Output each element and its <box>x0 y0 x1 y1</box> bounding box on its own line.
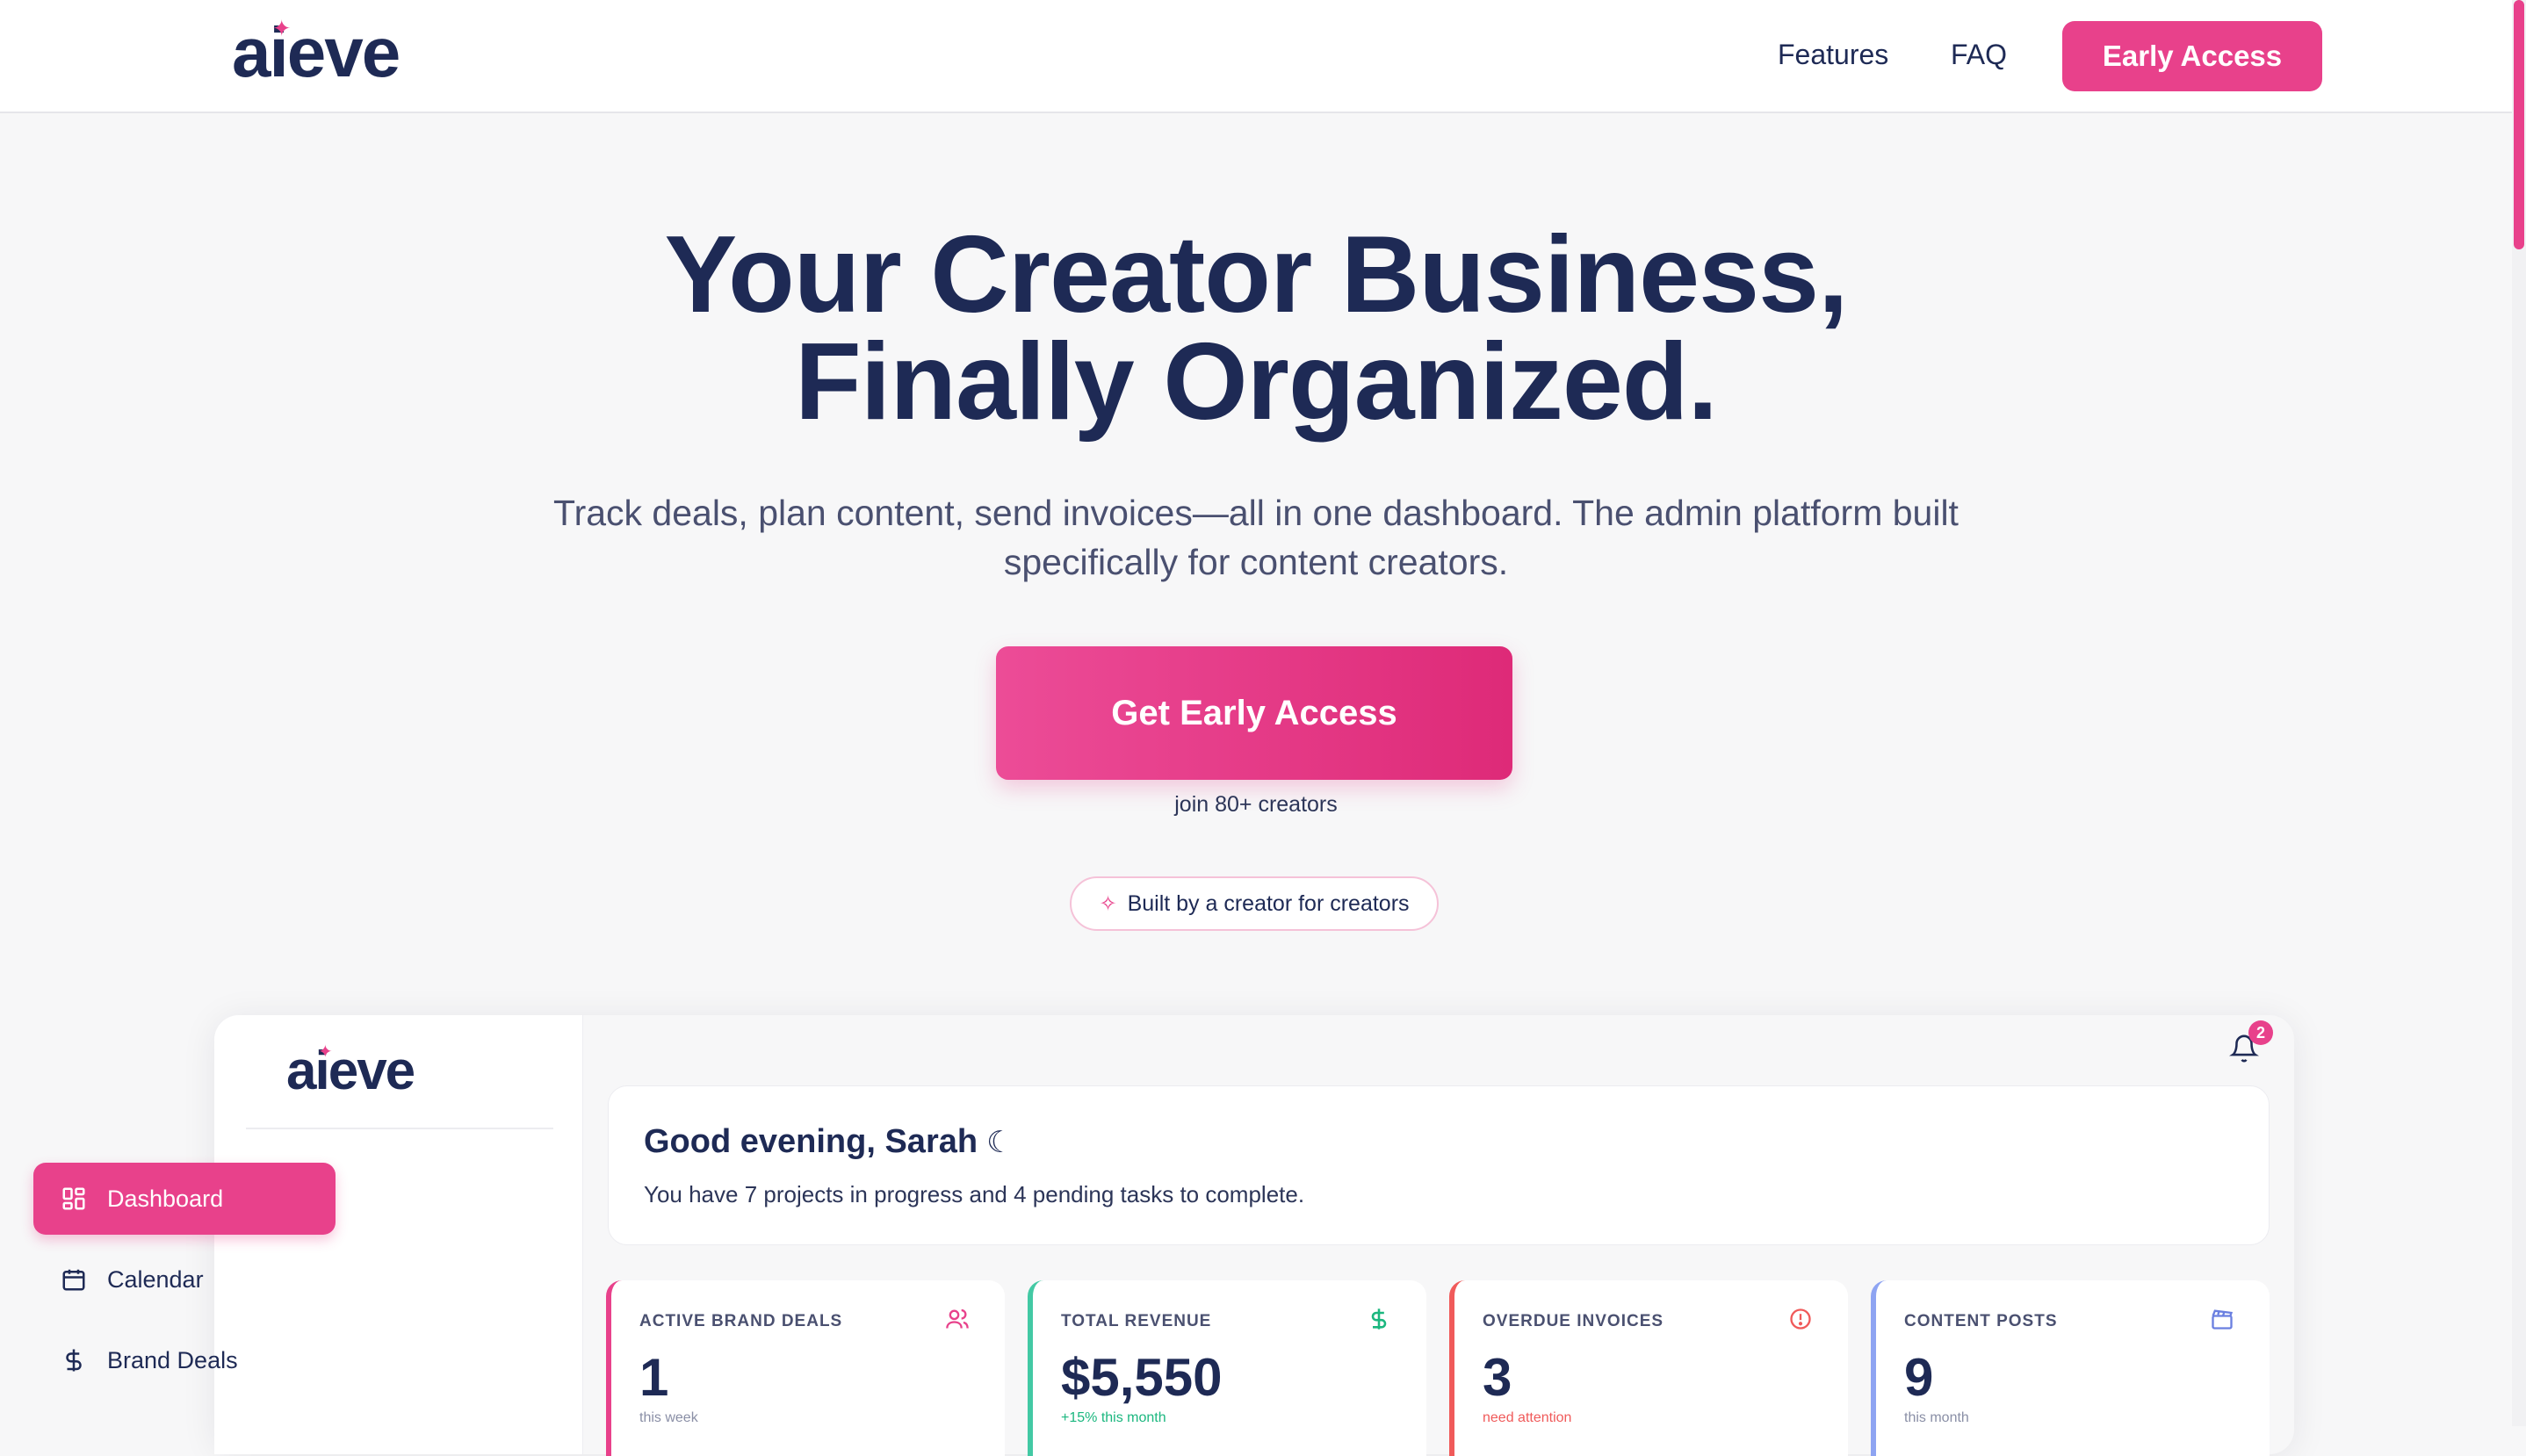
greeting-card: Good evening, Sarah ☾ You have 7 projects… <box>608 1085 2270 1245</box>
sparkle-icon: ✦ <box>318 1042 333 1062</box>
sidebar-item-dashboard[interactable]: Dashboard <box>33 1163 336 1235</box>
stat-value: 9 <box>1904 1348 1934 1407</box>
top-navbar: ✦ aieve Features FAQ Early Access <box>0 0 2512 113</box>
stat-note: this week <box>639 1410 698 1425</box>
clapperboard-icon <box>2210 1307 2234 1337</box>
dashboard-logo: ✦ aieve <box>286 1040 415 1102</box>
sparkle-icon: ✦ <box>272 17 292 41</box>
logo-text: aieve <box>232 13 401 91</box>
early-access-button[interactable]: Early Access <box>2062 21 2322 91</box>
stat-label: TOTAL REVENUE <box>1061 1312 1212 1330</box>
stat-note: +15% this month <box>1061 1410 1166 1425</box>
sidebar-item-calendar[interactable]: Calendar <box>33 1243 336 1315</box>
sidebar-item-label: Brand Deals <box>107 1346 238 1373</box>
stat-card-content-posts[interactable]: CONTENT POSTS 9 this month <box>1871 1280 2270 1456</box>
stat-card-overdue-invoices[interactable]: OVERDUE INVOICES 3 need attention <box>1449 1280 1848 1456</box>
stat-note: need attention <box>1483 1410 1572 1425</box>
stat-label: ACTIVE BRAND DEALS <box>639 1312 843 1330</box>
stat-value: 3 <box>1483 1348 1512 1407</box>
stat-value: $5,550 <box>1061 1348 1223 1407</box>
dollar-icon <box>1367 1307 1391 1337</box>
greeting-subtitle: You have 7 projects in progress and 4 pe… <box>644 1181 1305 1207</box>
sidebar-item-brand-deals[interactable]: Brand Deals <box>33 1324 336 1396</box>
brand-logo[interactable]: ✦ aieve <box>232 12 401 93</box>
join-count-text: join 80+ creators <box>1174 792 1338 817</box>
badge-text: Built by a creator for creators <box>1127 890 1410 916</box>
creator-badge: ✧ Built by a creator for creators <box>1070 876 1439 931</box>
sidebar-item-label: Dashboard <box>107 1185 224 1212</box>
nav-link-features[interactable]: Features <box>1778 39 1888 71</box>
stat-note: this month <box>1904 1410 1969 1425</box>
dollar-icon <box>60 1346 88 1374</box>
sidebar-divider <box>246 1128 553 1129</box>
stat-value: 1 <box>639 1348 669 1407</box>
hero-subtitle: Track deals, plan content, send invoices… <box>553 493 1959 582</box>
sparkles-icon: ✧ <box>1099 891 1117 916</box>
calendar-icon <box>60 1265 88 1294</box>
stat-label: OVERDUE INVOICES <box>1483 1312 1664 1330</box>
scrollbar-thumb[interactable] <box>2514 0 2524 249</box>
get-early-access-button[interactable]: Get Early Access <box>996 646 1512 780</box>
notification-count-badge: 2 <box>2248 1020 2273 1045</box>
stat-card-total-revenue[interactable]: TOTAL REVENUE $5,550 +15% this month <box>1028 1280 1426 1456</box>
dashboard-logo-text: aieve <box>286 1041 415 1101</box>
greeting-title: Good evening, Sarah ☾ <box>644 1123 1014 1161</box>
hero-title-line-2: Finally Organized. <box>795 321 1718 443</box>
alert-icon <box>1788 1307 1813 1337</box>
hero-title: Your Creator Business, Finally Organized… <box>0 214 2512 443</box>
nav-link-faq[interactable]: FAQ <box>1951 39 2007 71</box>
grid-icon <box>60 1185 88 1213</box>
users-icon <box>945 1307 970 1337</box>
sidebar-item-label: Calendar <box>107 1265 204 1293</box>
hero-title-line-1: Your Creator Business, <box>664 214 1849 335</box>
greeting-title-text: Good evening, Sarah <box>644 1123 978 1160</box>
stat-card-active-brand-deals[interactable]: ACTIVE BRAND DEALS 1 this week <box>606 1280 1005 1456</box>
stat-label: CONTENT POSTS <box>1904 1312 2058 1330</box>
moon-icon: ☾ <box>986 1126 1014 1159</box>
